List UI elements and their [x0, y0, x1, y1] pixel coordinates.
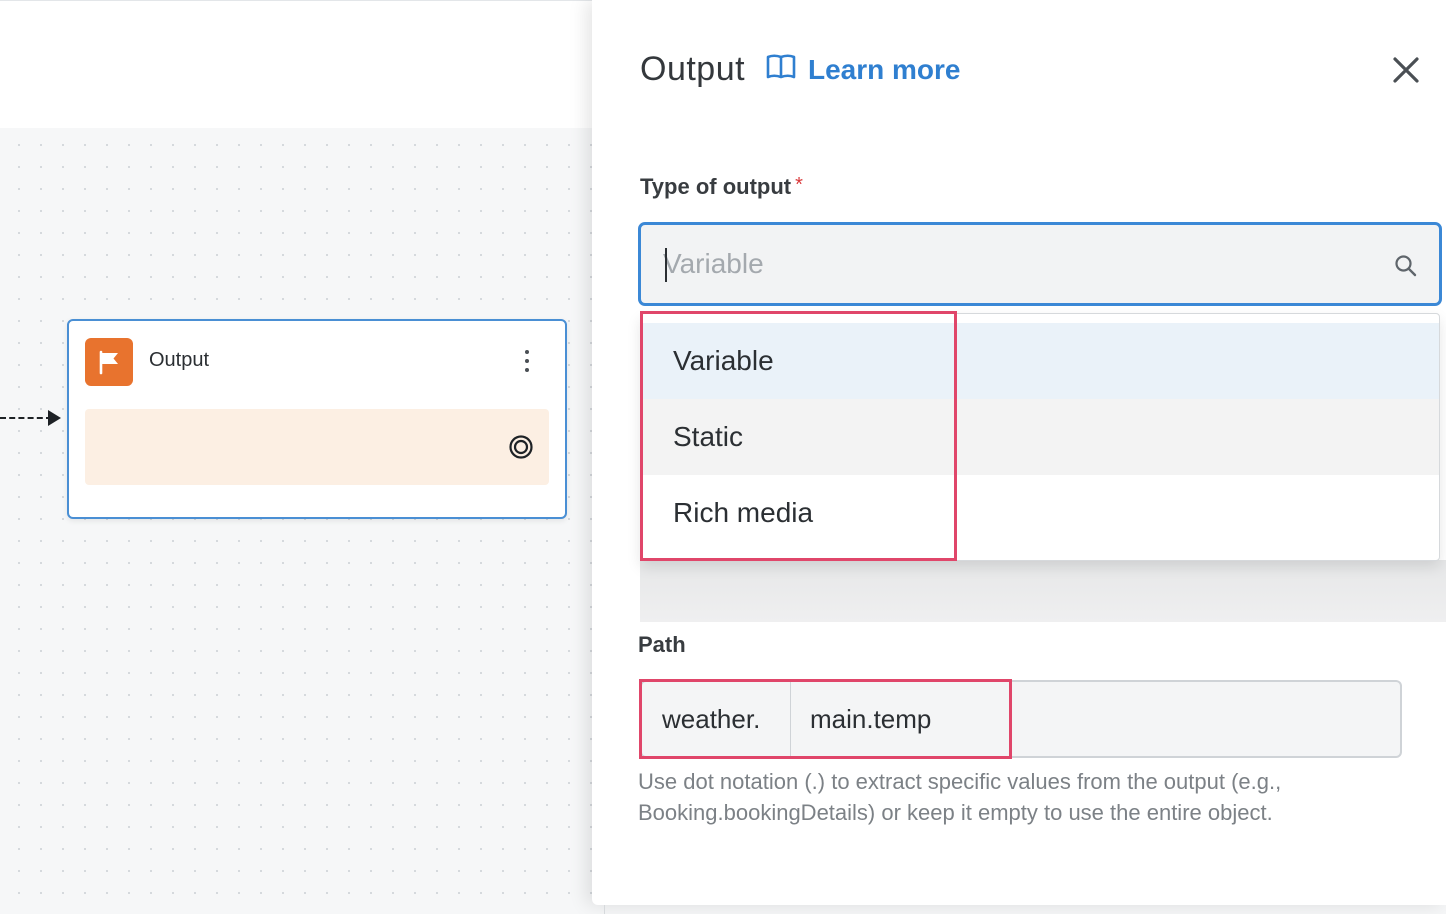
type-of-output-combobox[interactable] [638, 222, 1442, 306]
node-title: Output [149, 349, 210, 371]
target-port-icon[interactable] [508, 434, 534, 460]
path-input[interactable] [810, 694, 1370, 744]
divider [604, 905, 605, 914]
node-output-port-area [85, 409, 549, 485]
panel-title: Output [640, 50, 746, 88]
close-icon[interactable] [1390, 54, 1422, 86]
path-prefix: weather. [642, 682, 791, 756]
type-of-output-label: Type of output * [640, 174, 803, 199]
dropdown-shadow-area [640, 560, 1446, 622]
type-of-output-input[interactable] [663, 239, 1363, 289]
option-label: Variable [673, 345, 774, 376]
option-label: Static [673, 421, 744, 452]
book-icon [766, 53, 796, 88]
learn-more-label: Learn more [808, 54, 961, 85]
edge-connector [0, 417, 52, 419]
path-label: Path [638, 632, 686, 657]
canvas-toolbar [0, 0, 600, 128]
path-help-text: Use dot notation (.) to extract specific… [638, 769, 1282, 825]
output-node[interactable]: Output [67, 319, 567, 519]
flow-canvas[interactable] [0, 128, 600, 914]
required-marker: * [795, 174, 803, 196]
text-caret [665, 248, 667, 282]
option-rich-media[interactable]: Rich media [641, 475, 1439, 551]
search-icon[interactable] [1393, 253, 1419, 279]
path-field: weather. [640, 680, 1402, 758]
type-of-output-dropdown: Variable Static Rich media [640, 313, 1440, 561]
flag-icon [85, 338, 133, 386]
output-settings-panel: Output Learn more Type of output * Varia… [592, 0, 1446, 905]
option-label: Rich media [673, 497, 814, 528]
edge-arrow-icon [48, 410, 61, 426]
more-vertical-icon[interactable] [517, 343, 537, 379]
option-static[interactable]: Static [641, 399, 1439, 475]
learn-more-link[interactable]: Learn more [766, 52, 961, 88]
option-variable[interactable]: Variable [641, 323, 1439, 399]
